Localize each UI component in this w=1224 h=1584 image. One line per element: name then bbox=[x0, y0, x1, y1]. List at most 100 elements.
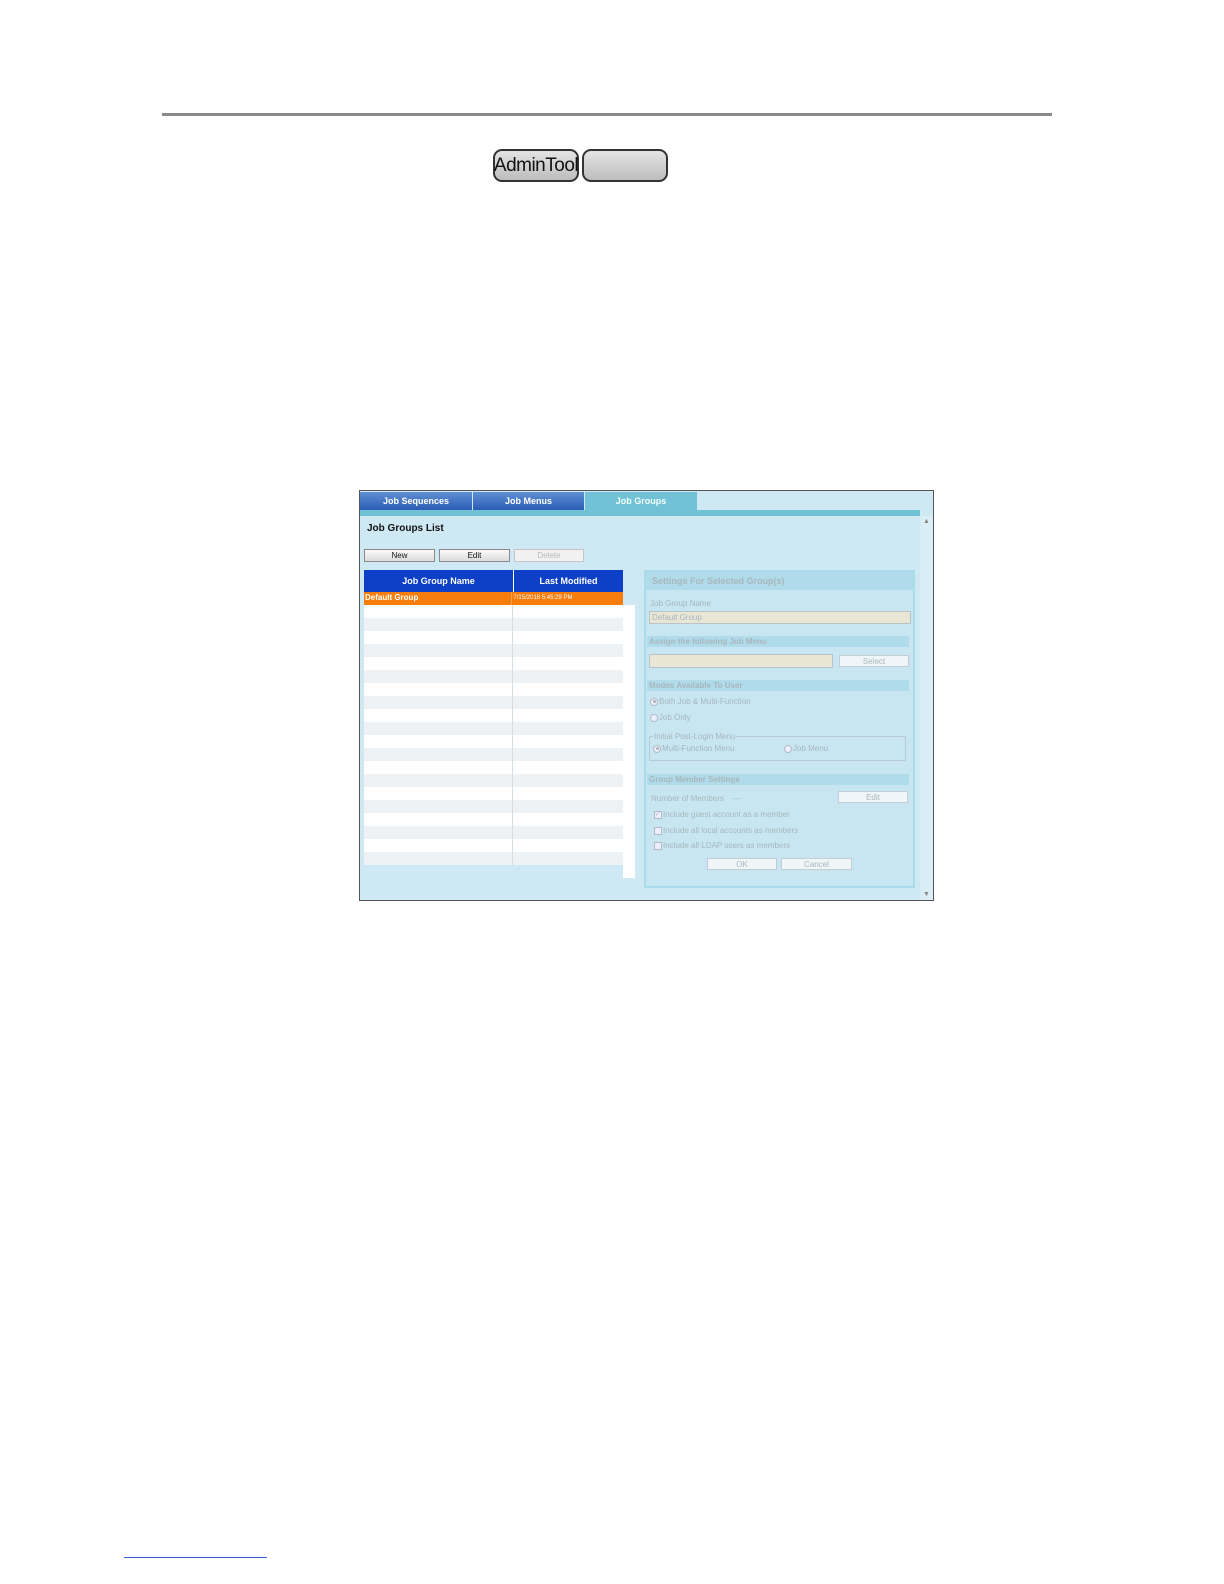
empty-cell bbox=[513, 748, 623, 761]
empty-table-row bbox=[364, 774, 623, 787]
empty-cell bbox=[364, 839, 513, 852]
empty-table-row bbox=[364, 696, 623, 709]
empty-table-row bbox=[364, 826, 623, 839]
checkbox-icon[interactable] bbox=[654, 841, 662, 850]
empty-table-row bbox=[364, 813, 623, 826]
empty-cell bbox=[364, 852, 513, 865]
tab-job-sequences[interactable]: Job Sequences bbox=[360, 492, 473, 510]
job-menu-field[interactable] bbox=[649, 654, 833, 668]
initial-job-menu-label: Job Menu bbox=[793, 744, 829, 753]
tab-bar: Job Sequences Job Menus Job Groups bbox=[360, 491, 933, 510]
blank-badge bbox=[582, 149, 668, 182]
include-ldap-label: Include all LDAP users as members bbox=[663, 841, 791, 850]
scroll-up-icon[interactable]: ▲ bbox=[923, 518, 930, 525]
job-groups-window: Job Sequences Job Menus Job Groups ▲ ▼ J… bbox=[359, 490, 934, 901]
table-header: Job Group Name Last Modified bbox=[364, 570, 623, 592]
initial-menu-group: Initial Post-Login Menu Multi-Function M… bbox=[649, 732, 906, 761]
delete-button[interactable]: Delete bbox=[514, 549, 584, 562]
empty-table-row bbox=[364, 761, 623, 774]
empty-cell bbox=[364, 735, 513, 748]
top-divider bbox=[162, 113, 1052, 116]
radio-selected-icon[interactable] bbox=[650, 697, 658, 706]
empty-cell bbox=[364, 748, 513, 761]
number-of-members-label: Number of Members --- bbox=[651, 794, 740, 803]
empty-table-row bbox=[364, 748, 623, 761]
mode-job-only-label: Job Only bbox=[659, 713, 691, 722]
empty-cell bbox=[364, 644, 513, 657]
empty-table-row bbox=[364, 735, 623, 748]
cancel-button[interactable]: Cancel bbox=[781, 858, 852, 870]
initial-multi-function-label: Multi-Function Menu bbox=[662, 744, 735, 753]
members-edit-button[interactable]: Edit bbox=[838, 791, 908, 803]
ok-button[interactable]: OK bbox=[707, 858, 777, 870]
empty-cell bbox=[364, 670, 513, 683]
empty-cell bbox=[364, 631, 513, 644]
members-label-text: Number of Members bbox=[651, 794, 724, 803]
scroll-down-icon[interactable]: ▼ bbox=[923, 891, 930, 898]
job-groups-table: Job Group Name Last Modified Default Gro… bbox=[364, 570, 623, 865]
empty-cell bbox=[513, 839, 623, 852]
footer-link-underline[interactable] bbox=[124, 1557, 267, 1558]
edit-button[interactable]: Edit bbox=[439, 549, 510, 562]
new-button[interactable]: New bbox=[364, 549, 435, 562]
column-header-name[interactable]: Job Group Name bbox=[364, 570, 514, 592]
assign-menu-section: Assign the following Job Menu bbox=[647, 636, 909, 647]
include-ldap-option[interactable]: Include all LDAP users as members bbox=[654, 841, 790, 850]
include-guest-label: Include guest account as a member bbox=[663, 810, 790, 819]
tab-job-groups[interactable]: Job Groups bbox=[585, 492, 697, 510]
include-local-label: Include all local accounts as members bbox=[663, 826, 799, 835]
empty-cell bbox=[513, 709, 623, 722]
include-local-option[interactable]: Include all local accounts as members bbox=[654, 826, 798, 835]
mode-job-only-option[interactable]: Job Only bbox=[650, 713, 691, 722]
vertical-scrollbar[interactable]: ▲ ▼ bbox=[920, 516, 933, 900]
empty-cell bbox=[513, 826, 623, 839]
table-row[interactable]: Default Group 7/15/2018 5:45:29 PM bbox=[364, 592, 623, 605]
settings-panel-header: Settings For Selected Group(s) bbox=[646, 572, 913, 590]
empty-cell bbox=[513, 761, 623, 774]
select-button[interactable]: Select bbox=[839, 655, 909, 667]
empty-cell bbox=[513, 735, 623, 748]
empty-table-row bbox=[364, 631, 623, 644]
empty-cell bbox=[513, 696, 623, 709]
group-member-section: Group Member Settings bbox=[647, 774, 909, 785]
job-group-name-field[interactable]: Default Group bbox=[649, 611, 911, 624]
radio-selected-icon[interactable] bbox=[653, 744, 661, 753]
empty-table-row bbox=[364, 839, 623, 852]
checkbox-icon[interactable] bbox=[654, 826, 662, 835]
include-guest-option[interactable]: ✓ Include guest account as a member bbox=[654, 810, 790, 819]
empty-cell bbox=[513, 618, 623, 631]
empty-cell bbox=[513, 813, 623, 826]
empty-cell bbox=[513, 657, 623, 670]
empty-table-row bbox=[364, 683, 623, 696]
empty-table-row bbox=[364, 657, 623, 670]
empty-cell bbox=[513, 787, 623, 800]
radio-icon[interactable] bbox=[784, 744, 792, 753]
empty-cell bbox=[364, 800, 513, 813]
empty-table-row bbox=[364, 670, 623, 683]
empty-cell bbox=[364, 722, 513, 735]
empty-cell bbox=[364, 683, 513, 696]
empty-table-row bbox=[364, 709, 623, 722]
empty-cell bbox=[513, 852, 623, 865]
mode-both-option[interactable]: Both Job & Multi-Function bbox=[650, 697, 751, 706]
column-header-modified[interactable]: Last Modified bbox=[514, 570, 623, 592]
radio-icon[interactable] bbox=[650, 713, 658, 722]
modes-section: Modes Available To User bbox=[647, 680, 909, 691]
empty-cell bbox=[364, 761, 513, 774]
mode-both-label: Both Job & Multi-Function bbox=[659, 697, 751, 706]
empty-cell bbox=[364, 709, 513, 722]
initial-job-menu-option[interactable]: Job Menu bbox=[784, 744, 828, 753]
initial-multi-function-option[interactable]: Multi-Function Menu bbox=[653, 744, 734, 753]
admin-tool-badge: AdminTool bbox=[493, 149, 579, 182]
empty-cell bbox=[513, 670, 623, 683]
empty-cell bbox=[364, 605, 513, 618]
cell-last-modified: 7/15/2018 5:45:29 PM bbox=[513, 595, 573, 601]
tab-job-menus[interactable]: Job Menus bbox=[473, 492, 585, 510]
empty-cell bbox=[513, 722, 623, 735]
empty-cell bbox=[513, 683, 623, 696]
empty-table-row bbox=[364, 722, 623, 735]
settings-panel: Settings For Selected Group(s) Job Group… bbox=[644, 570, 915, 888]
checkbox-checked-icon[interactable]: ✓ bbox=[654, 810, 662, 819]
empty-cell bbox=[513, 774, 623, 787]
empty-cell bbox=[513, 631, 623, 644]
